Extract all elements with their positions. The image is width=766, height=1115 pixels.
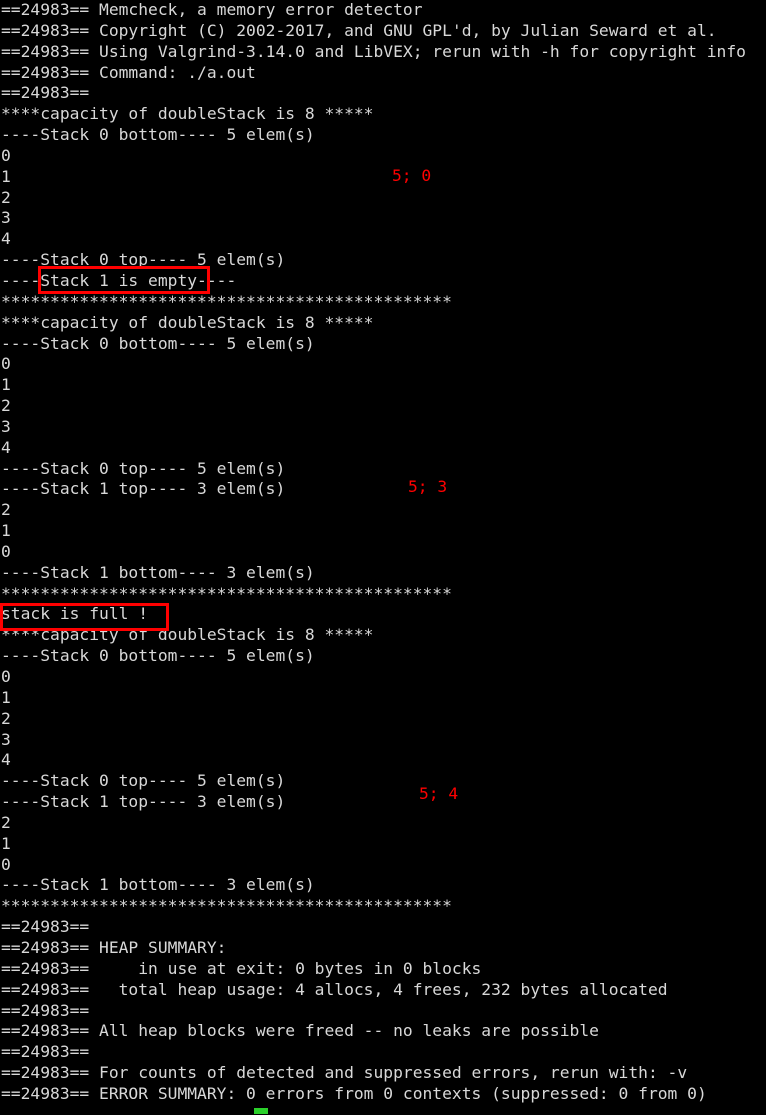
terminal-line: 0 [1, 145, 11, 165]
terminal-line: ==24983== [1, 1042, 100, 1062]
terminal-line: ----Stack 1 top---- 3 elem(s) [1, 479, 286, 499]
terminal-line: ==24983== [1, 917, 100, 937]
terminal-line: ****************************************… [1, 291, 452, 311]
terminal-line: ****************************************… [1, 583, 452, 603]
terminal-line: ****capacity of doubleStack is 8 ***** [1, 104, 374, 124]
annotation-label: 5; 0 [392, 166, 432, 185]
terminal-line: ****capacity of doubleStack is 8 ***** [1, 312, 374, 332]
terminal-line: ==24983== Using Valgrind-3.14.0 and LibV… [1, 41, 746, 61]
terminal-output-lines: ==24983== Memcheck, a memory error detec… [0, 0, 766, 1105]
terminal-line: ****capacity of doubleStack is 8 ***** [1, 625, 374, 645]
terminal-line: ****************************************… [1, 896, 452, 916]
terminal-line: ----Stack 0 top---- 5 elem(s) [1, 250, 286, 270]
terminal-line: 2 [1, 812, 11, 832]
terminal-line: ----Stack 1 top---- 3 elem(s) [1, 792, 286, 812]
terminal-line: 2 [1, 396, 11, 416]
annotation-label: 5; 4 [419, 784, 459, 803]
terminal-line: ----Stack 0 top---- 5 elem(s) [1, 771, 286, 791]
terminal-line: ==24983== [1, 1000, 100, 1020]
terminal-line: ----Stack 1 is empty---- [1, 270, 237, 290]
terminal-line: 1 [1, 521, 11, 541]
terminal-line: 0 [1, 354, 11, 374]
terminal-line: ==24983== Memcheck, a memory error detec… [1, 0, 423, 19]
terminal-line: 2 [1, 708, 11, 728]
terminal-line: ==24983== [1, 83, 100, 103]
annotation-label: 5; 3 [408, 477, 448, 496]
terminal-line: ----Stack 0 bottom---- 5 elem(s) [1, 125, 315, 145]
terminal-cursor [254, 1108, 268, 1114]
terminal-line: ==24983== in use at exit: 0 bytes in 0 b… [1, 958, 482, 978]
terminal-line: stack is full ! [1, 604, 149, 624]
terminal-line: 4 [1, 229, 11, 249]
terminal-line: ----Stack 0 bottom---- 5 elem(s) [1, 333, 315, 353]
terminal-line: ==24983== For counts of detected and sup… [1, 1063, 688, 1083]
terminal-line: 4 [1, 750, 11, 770]
terminal-line: 0 [1, 854, 11, 874]
terminal-line: ==24983== ERROR SUMMARY: 0 errors from 0… [1, 1083, 707, 1103]
terminal-line: 1 [1, 375, 11, 395]
terminal-line: ----Stack 0 top---- 5 elem(s) [1, 458, 286, 478]
terminal-line: ----Stack 1 bottom---- 3 elem(s) [1, 875, 315, 895]
terminal-line: 3 [1, 729, 11, 749]
terminal-line: 2 [1, 500, 11, 520]
terminal-line: 3 [1, 208, 11, 228]
terminal-line: ==24983== All heap blocks were freed -- … [1, 1021, 599, 1041]
terminal-line: 1 [1, 166, 11, 186]
terminal-line: 1 [1, 687, 11, 707]
terminal-line: 3 [1, 416, 11, 436]
terminal-line: 4 [1, 437, 11, 457]
terminal-line: ----Stack 1 bottom---- 3 elem(s) [1, 562, 315, 582]
terminal-line: ----Stack 0 bottom---- 5 elem(s) [1, 646, 315, 666]
terminal-line: ==24983== HEAP SUMMARY: [1, 937, 227, 957]
terminal-line: 2 [1, 187, 11, 207]
terminal-line: ==24983== Copyright (C) 2002-2017, and G… [1, 20, 717, 40]
terminal-line: ==24983== Command: ./a.out [1, 62, 256, 82]
terminal-line: 0 [1, 667, 11, 686]
terminal-window[interactable]: ==24983== Memcheck, a memory error detec… [0, 0, 766, 1115]
terminal-line: 0 [1, 541, 11, 561]
terminal-line: 1 [1, 833, 11, 853]
terminal-line: ==24983== total heap usage: 4 allocs, 4 … [1, 979, 668, 999]
